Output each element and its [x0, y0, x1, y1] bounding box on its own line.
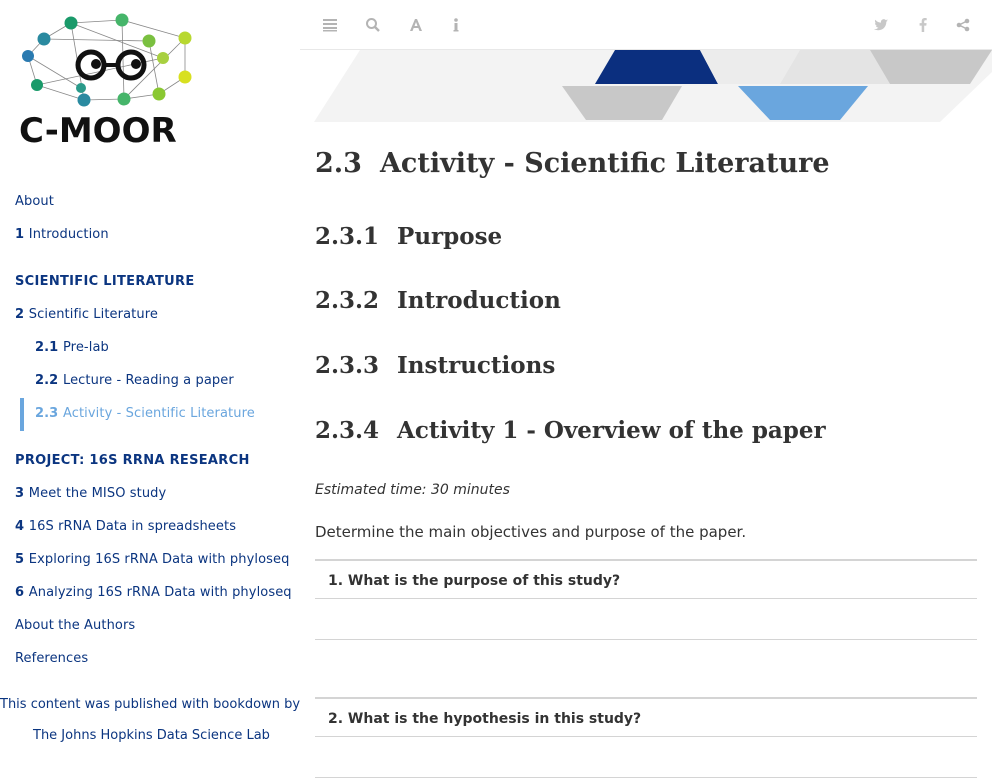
sidebar-item-number: 2.1 — [35, 340, 63, 355]
question-box: 2. What is the hypothesis in this study? — [315, 697, 977, 778]
answer-area[interactable] — [315, 737, 977, 778]
sidebar-item-about[interactable]: About — [15, 194, 54, 209]
estimated-time: Estimated time: 30 minutes — [315, 482, 510, 498]
sidebar-item-label: Scientific Literature — [28, 307, 158, 322]
publisher-link[interactable]: The Johns Hopkins Data Science Lab — [33, 728, 270, 743]
facebook-share-button[interactable] — [912, 14, 934, 36]
toggle-sidebar-button[interactable] — [319, 14, 341, 36]
sidebar-item-label: References — [15, 651, 89, 666]
twitter-share-button[interactable] — [870, 14, 892, 36]
sidebar-item-label: 16S rRNA Data in spreadsheets — [28, 519, 237, 534]
font-settings-button[interactable] — [405, 14, 427, 36]
section-heading-instructions: 2.3.3 Instructions — [315, 352, 555, 379]
sidebar-item-number: 1 — [15, 227, 29, 242]
section-number: 2.3.2 — [315, 287, 380, 314]
sidebar-item-pre-lab[interactable]: 2.1 Pre-lab — [35, 340, 109, 355]
published-with-label: This content was published with bookdown… — [0, 697, 300, 712]
twitter-icon — [874, 19, 888, 31]
logo-nodes — [22, 13, 192, 107]
sidebar-item-label: Activity - Scientific Literature — [62, 406, 255, 421]
question-box: 1. What is the purpose of this study? — [315, 559, 977, 640]
sidebar-item-label: Pre-lab — [62, 340, 109, 355]
section-heading-purpose: 2.3.1 Purpose — [315, 223, 502, 250]
section-title: Introduction — [397, 287, 561, 314]
share-icon — [956, 18, 970, 32]
sidebar-item-scientific-literature[interactable]: 2 Scientific Literature — [15, 307, 158, 322]
sidebar-item-label: About — [15, 194, 54, 209]
section-title: Activity 1 - Overview of the paper — [397, 417, 826, 444]
section-number: 2.3.3 — [315, 352, 380, 379]
sidebar-item-number: 2.3 — [35, 406, 63, 421]
sidebar: C-MOOR About 1 Introduction SCIENTIFIC L… — [0, 0, 300, 744]
sidebar-item-analyzing-phyloseq[interactable]: 6 Analyzing 16S rRNA Data with phyloseq — [15, 585, 292, 600]
sidebar-item-exploring-phyloseq[interactable]: 5 Exploring 16S rRNA Data with phyloseq — [15, 552, 290, 567]
sidebar-item-label: Lecture - Reading a paper — [62, 373, 234, 388]
sidebar-item-number: 2.2 — [35, 373, 63, 388]
section-number: 2.3.4 — [315, 417, 380, 444]
book-toolbar — [300, 0, 992, 50]
sidebar-item-references[interactable]: References — [15, 651, 88, 666]
sidebar-item-label: Analyzing 16S rRNA Data with phyloseq — [28, 585, 292, 600]
search-icon — [366, 18, 380, 32]
share-button[interactable] — [952, 14, 974, 36]
info-icon — [453, 18, 459, 32]
sidebar-item-activity-scientific-literature[interactable]: 2.3 Activity - Scientific Literature — [35, 406, 255, 421]
sidebar-item-meet-the-miso-study[interactable]: 3 Meet the MISO study — [15, 486, 166, 501]
sidebar-item-16s-spreadsheets[interactable]: 4 16S rRNA Data in spreadsheets — [15, 519, 236, 534]
sidebar-item-label: Exploring 16S rRNA Data with phyloseq — [28, 552, 290, 567]
header-banner — [314, 50, 992, 122]
sidebar-item-about-the-authors[interactable]: About the Authors — [15, 618, 135, 633]
sidebar-item-number: 5 — [15, 552, 29, 567]
c-moor-logo[interactable]: C-MOOR — [15, 8, 205, 153]
page-title-text: Activity - Scientific Literature — [379, 148, 830, 179]
sidebar-item-number: 4 — [15, 519, 29, 534]
section-title: Instructions — [397, 352, 556, 379]
sidebar-item-number: 3 — [15, 486, 29, 501]
sidebar-item-number: 6 — [15, 585, 29, 600]
sidebar-item-number: 2 — [15, 307, 29, 322]
question-heading: 1. What is the purpose of this study? — [315, 559, 977, 599]
sidebar-item-introduction[interactable]: 1 Introduction — [15, 227, 109, 242]
menu-icon — [323, 19, 337, 32]
sidebar-section-scientific-literature: SCIENTIFIC LITERATURE — [15, 274, 195, 289]
section-heading-activity-1: 2.3.4 Activity 1 - Overview of the paper — [315, 417, 826, 444]
facebook-icon — [919, 18, 927, 32]
logo-text: C-MOOR — [19, 111, 177, 151]
sidebar-item-label: About the Authors — [15, 618, 136, 633]
sidebar-item-label: Introduction — [28, 227, 109, 242]
section-number: 2.3.1 — [315, 223, 380, 250]
sidebar-section-project-16s: PROJECT: 16S RRNA RESEARCH — [15, 453, 250, 468]
search-button[interactable] — [362, 14, 384, 36]
activity-description: Determine the main objectives and purpos… — [315, 523, 747, 541]
page-title: 2.3 Activity - Scientific Literature — [315, 148, 830, 179]
sidebar-item-lecture-reading-a-paper[interactable]: 2.2 Lecture - Reading a paper — [35, 373, 234, 388]
section-heading-introduction: 2.3.2 Introduction — [315, 287, 561, 314]
page-title-number: 2.3 — [315, 148, 362, 179]
sidebar-item-label: Meet the MISO study — [28, 486, 167, 501]
font-icon — [410, 19, 422, 31]
question-heading: 2. What is the hypothesis in this study? — [315, 697, 977, 737]
answer-area[interactable] — [315, 599, 977, 640]
active-item-indicator — [20, 398, 24, 431]
section-title: Purpose — [397, 223, 503, 250]
info-button[interactable] — [445, 14, 467, 36]
